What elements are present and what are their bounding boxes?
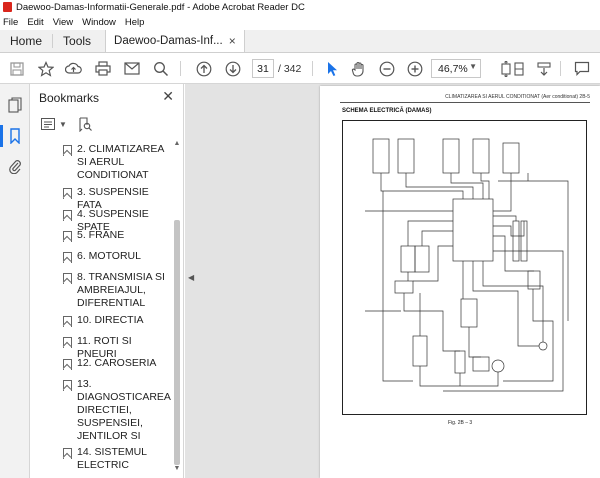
menu-file[interactable]: File [3,17,18,28]
scroll-up-icon[interactable]: ▲ [173,140,181,147]
bookmarks-list: 2. CLIMATIZAREA SI AERUL CONDITIONAT 3. … [31,140,172,478]
mail-icon[interactable] [122,59,141,78]
menu-help[interactable]: Help [125,17,145,28]
page-number-input[interactable]: 31 [252,59,274,78]
wiring-diagram-drawing [365,138,569,392]
close-panel-icon[interactable]: ✕ [162,88,174,105]
select-cursor-icon[interactable] [322,59,341,78]
navigation-rail [0,84,30,478]
bookmark-icon [61,377,77,443]
bookmark-item[interactable]: 6. MOTORUL [31,249,172,263]
toolbar-divider [560,61,561,76]
header-rule [340,102,590,103]
bookmark-icon [61,249,77,263]
bookmark-icon [61,313,77,327]
menu-edit[interactable]: Edit [27,17,43,28]
wiring-diagram [342,120,587,415]
comment-icon[interactable] [572,59,591,78]
page-header: CLIMATIZAREA SI AERUL CONDITIONAT (Aer c… [445,94,590,100]
bookmark-label: 8. TRANSMISIA SI AMBREIAJUL, DIFERENTIAL [77,271,165,309]
download-icon[interactable] [534,59,553,78]
bookmarks-header: Bookmarks [39,91,100,105]
bookmark-label: 5. FRANE [77,229,125,241]
upload-icon[interactable] [64,59,83,78]
zoom-level-select[interactable]: 46,7% ▼ [431,59,481,78]
find-bookmark-icon[interactable] [75,115,97,133]
page-thumbnails-icon[interactable] [6,96,24,114]
bookmarks-tools: ▼ [37,114,97,134]
menu-view[interactable]: View [53,17,73,28]
menu-window[interactable]: Window [82,17,116,28]
bookmarks-scrollbar[interactable]: ▲ ▼ [173,140,181,472]
bookmark-label: 14. SISTEMUL ELECTRIC [77,446,147,471]
menu-bar: File Edit View Window Help [0,14,600,30]
bookmarks-panel: Bookmarks ✕ ▼ 2. CLIMATIZAREA SI AERUL C… [31,84,184,478]
zoom-level-value: 46,7% [438,62,468,75]
page-down-icon[interactable] [223,59,242,78]
bookmark-label: 13. DIAGNOSTICAREA DIRECTIEI, SUSPENSIEI… [77,378,171,442]
hand-icon[interactable] [349,59,368,78]
page-up-icon[interactable] [194,59,213,78]
section-title: SCHEMA ELECTRICĂ (DAMAS) [342,108,432,114]
toolbar-divider [180,61,181,76]
bookmark-item[interactable]: 13. DIAGNOSTICAREA DIRECTIEI, SUSPENSIEI… [31,377,172,443]
chevron-down-icon[interactable]: ▼ [59,120,67,129]
bookmark-icon [61,270,77,310]
acrobat-icon [3,2,12,12]
bookmark-icon [61,142,77,182]
close-tab-icon[interactable]: × [229,34,236,48]
window-title: Daewoo-Damas-Informatii-Generale.pdf - A… [16,1,305,13]
bookmark-item[interactable]: 8. TRANSMISIA SI AMBREIAJUL, DIFERENTIAL [31,270,172,310]
page-total: / 342 [278,63,302,75]
bookmark-item[interactable]: 2. CLIMATIZAREA SI AERUL CONDITIONAT [31,142,172,182]
options-menu-icon[interactable] [37,115,59,133]
toolbar-divider [312,61,313,76]
bookmark-label: 10. DIRECTIA [77,314,144,326]
bookmark-icon [61,445,77,472]
bookmark-item[interactable]: 14. SISTEMUL ELECTRIC [31,445,172,472]
tab-document-label: Daewoo-Damas-Inf... [114,35,223,47]
scroll-mode-icon[interactable] [509,59,528,78]
toolbar: 31 / 342 46,7% ▼ [0,53,600,84]
bookmark-icon [61,228,77,242]
bookmark-item[interactable]: 12. CAROSERIA [31,356,172,370]
zoom-out-icon[interactable] [377,59,396,78]
figure-caption: Fig. 2B – 3 [448,420,473,426]
search-icon[interactable] [151,59,170,78]
tab-tools[interactable]: Tools [53,30,101,52]
bookmark-item[interactable]: 5. FRANE [31,228,172,242]
bookmark-item[interactable]: 10. DIRECTIA [31,313,172,327]
chevron-down-icon: ▼ [469,62,477,71]
pdf-page: CLIMATIZAREA SI AERUL CONDITIONAT (Aer c… [320,86,600,478]
save-icon[interactable] [7,59,26,78]
tab-document[interactable]: Daewoo-Damas-Inf... × [105,30,245,52]
title-bar: Daewoo-Damas-Informatii-Generale.pdf - A… [0,0,600,14]
zoom-in-icon[interactable] [405,59,424,78]
print-icon[interactable] [93,59,112,78]
bookmark-label: 2. CLIMATIZAREA SI AERUL CONDITIONAT [77,143,164,181]
tab-bar: Home Tools Daewoo-Damas-Inf... × [0,30,600,53]
attachment-icon[interactable] [6,157,24,175]
scrollbar-thumb[interactable] [174,220,180,465]
star-icon[interactable] [36,59,55,78]
bookmark-label: 12. CAROSERIA [77,357,157,369]
bookmarks-panel-icon[interactable] [0,125,24,147]
tab-home[interactable]: Home [0,30,52,52]
collapse-panel-icon[interactable]: ◀ [188,273,194,282]
bookmark-label: 6. MOTORUL [77,250,141,262]
scroll-down-icon[interactable]: ▼ [173,465,181,472]
bookmark-icon [61,356,77,370]
